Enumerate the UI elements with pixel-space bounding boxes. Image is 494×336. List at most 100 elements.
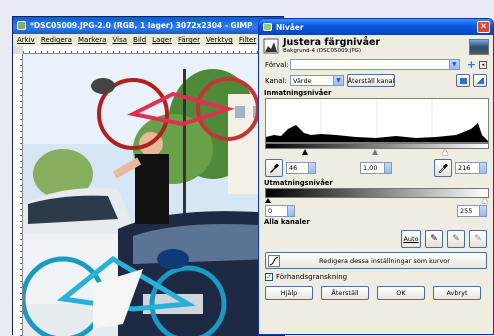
preset-label: Förval: — [265, 60, 289, 69]
input-low-spinbox[interactable]: 46 — [286, 162, 316, 174]
input-high-value: 216 — [458, 164, 471, 172]
linear-histogram-icon — [459, 77, 467, 84]
chevron-down-icon: ▼ — [448, 60, 459, 69]
auto-label: Auto — [403, 235, 419, 243]
add-preset-icon[interactable]: + — [467, 58, 476, 71]
gimp-window-title: *DSC05009.JPG-2.0 (RGB, 1 lager) 3072x23… — [30, 21, 253, 30]
spin-arrows-icon — [384, 163, 391, 173]
menu-filter[interactable]: Filter — [239, 36, 256, 44]
histogram-plot — [266, 99, 488, 142]
reset-label: Återställ — [331, 289, 359, 297]
edit-as-curves-label: Redigera dessa inställningar som kurvor — [319, 256, 450, 265]
menu-bild[interactable]: Bild — [133, 36, 146, 44]
output-high-value: 255 — [460, 207, 473, 215]
channel-value: Värde — [293, 76, 312, 85]
dialog-header: Justera färgnivåer Bakgrund-4 (DSC05009.… — [259, 35, 493, 57]
eyedropper-black-icon — [270, 163, 279, 173]
vertical-ruler[interactable] — [13, 54, 23, 336]
output-values-row: 0 255 — [259, 204, 493, 218]
all-white-picker[interactable]: ✎ — [469, 230, 487, 248]
all-channels-row: Auto ✎ ✎ ✎ — [259, 227, 493, 251]
channel-combo[interactable]: Värde ▼ — [290, 75, 344, 86]
input-low-value: 46 — [289, 164, 298, 172]
curves-icon — [268, 254, 280, 267]
bicycle-photo — [23, 54, 285, 336]
menu-redigera[interactable]: Redigera — [41, 36, 72, 44]
cancel-label: Avbryt — [446, 289, 468, 297]
linear-histogram-button[interactable] — [456, 74, 470, 87]
all-black-picker[interactable]: ✎ — [425, 230, 443, 248]
curves-row: Redigera dessa inställningar som kurvor — [259, 251, 493, 270]
menu-visa[interactable]: Visa — [112, 36, 127, 44]
gimp-menubar: Arkiv Redigera Markera Visa Bild Lager F… — [13, 34, 283, 46]
help-button[interactable]: Hjälp — [265, 286, 313, 300]
menu-arkiv[interactable]: Arkiv — [17, 36, 35, 44]
preset-menu-icon[interactable]: ◂ — [479, 60, 487, 69]
chevron-down-icon: ▼ — [333, 76, 343, 85]
output-low-handle[interactable] — [265, 198, 271, 203]
ok-label: OK — [396, 289, 406, 297]
input-levels-heading: Inmatningsnivåer — [264, 89, 332, 97]
menu-farger[interactable]: Färger — [178, 36, 200, 44]
input-gamma-spinbox[interactable]: 1,00 — [360, 162, 392, 174]
layer-thumbnail — [469, 39, 489, 55]
spin-arrows-icon — [308, 163, 315, 173]
reset-button[interactable]: Återställ — [321, 286, 369, 300]
close-button[interactable]: ✕ — [477, 21, 490, 33]
spin-arrows-icon — [479, 206, 486, 216]
input-high-handle[interactable] — [442, 149, 448, 155]
dialog-titlebar[interactable]: Nivåer — [259, 19, 493, 35]
channel-label: Kanal: — [265, 76, 287, 85]
eyedropper-gray-icon: ✎ — [452, 234, 460, 244]
horizontal-ruler[interactable] — [23, 46, 285, 54]
help-label: Hjälp — [280, 289, 298, 297]
menu-verktyg[interactable]: Verktyg — [206, 36, 233, 44]
log-histogram-button[interactable] — [473, 74, 487, 87]
all-gray-picker[interactable]: ✎ — [447, 230, 465, 248]
eyedropper-white-icon: ✎ — [474, 234, 482, 244]
dialog-title: Nivåer — [276, 22, 304, 32]
menu-lager[interactable]: Lager — [152, 36, 172, 44]
menu-markera[interactable]: Markera — [78, 36, 107, 44]
log-histogram-icon — [476, 77, 484, 84]
preview-label: Förhandsgranskning — [276, 273, 348, 281]
levels-dialog: Nivåer ✕ Justera färgnivåer Bakgrund-4 (… — [258, 18, 494, 335]
photo-canvas[interactable] — [23, 54, 285, 336]
dialog-buttons: Hjälp Återställ OK Avbryt — [259, 284, 493, 302]
black-point-picker[interactable] — [265, 159, 283, 177]
input-low-handle[interactable] — [302, 149, 308, 155]
input-gamma-handle[interactable] — [372, 149, 378, 155]
output-slider[interactable] — [265, 198, 489, 204]
histogram[interactable] — [265, 98, 489, 143]
cancel-button[interactable]: Avbryt — [433, 286, 481, 300]
edit-as-curves-button[interactable]: Redigera dessa inställningar som kurvor — [265, 252, 487, 269]
dialog-subheading: Bakgrund-4 (DSC05009.JPG) — [283, 48, 362, 54]
preview-checkbox[interactable]: ✓ — [265, 273, 273, 281]
input-high-spinbox[interactable]: 216 — [455, 162, 487, 174]
reset-channel-button[interactable]: Återställ kanal — [347, 74, 395, 87]
output-high-handle[interactable] — [482, 198, 488, 203]
white-point-picker[interactable] — [434, 159, 452, 177]
gimp-image-window: *DSC05009.JPG-2.0 (RGB, 1 lager) 3072x23… — [12, 16, 285, 336]
input-slider[interactable] — [265, 149, 489, 157]
all-channels-heading: Alla kanaler — [264, 218, 310, 226]
output-gradient-bar — [265, 188, 489, 198]
eyedropper-black-icon: ✎ — [430, 234, 438, 244]
output-low-value: 0 — [268, 207, 273, 215]
eyedropper-white-icon — [438, 163, 448, 173]
input-values-row: 46 1,00 216 — [259, 157, 493, 179]
levels-icon — [263, 38, 279, 54]
close-icon: ✕ — [479, 22, 488, 32]
reset-channel-label: Återställ kanal — [347, 76, 395, 85]
preset-combo[interactable]: ▼ — [290, 59, 460, 70]
gimp-app-icon — [17, 21, 26, 30]
channel-row: Kanal: Värde ▼ Återställ kanal — [259, 72, 493, 89]
preset-row: Förval: ▼ + ◂ — [259, 57, 493, 72]
levels-app-icon — [263, 23, 272, 31]
auto-button[interactable]: Auto — [401, 230, 421, 248]
spin-arrows-icon — [287, 206, 294, 216]
gimp-titlebar[interactable]: *DSC05009.JPG-2.0 (RGB, 1 lager) 3072x23… — [13, 17, 283, 34]
output-high-spinbox[interactable]: 255 — [457, 205, 487, 217]
ok-button[interactable]: OK — [377, 286, 425, 300]
output-low-spinbox[interactable]: 0 — [265, 205, 295, 217]
